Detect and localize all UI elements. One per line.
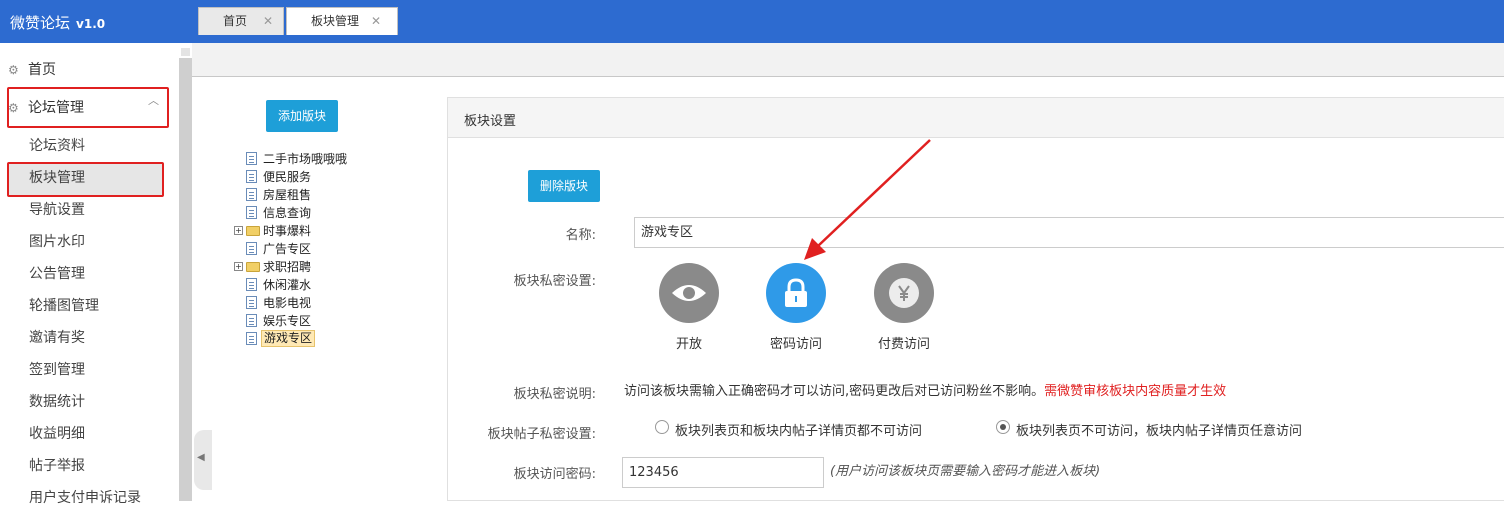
annotation-arrow <box>804 139 931 260</box>
